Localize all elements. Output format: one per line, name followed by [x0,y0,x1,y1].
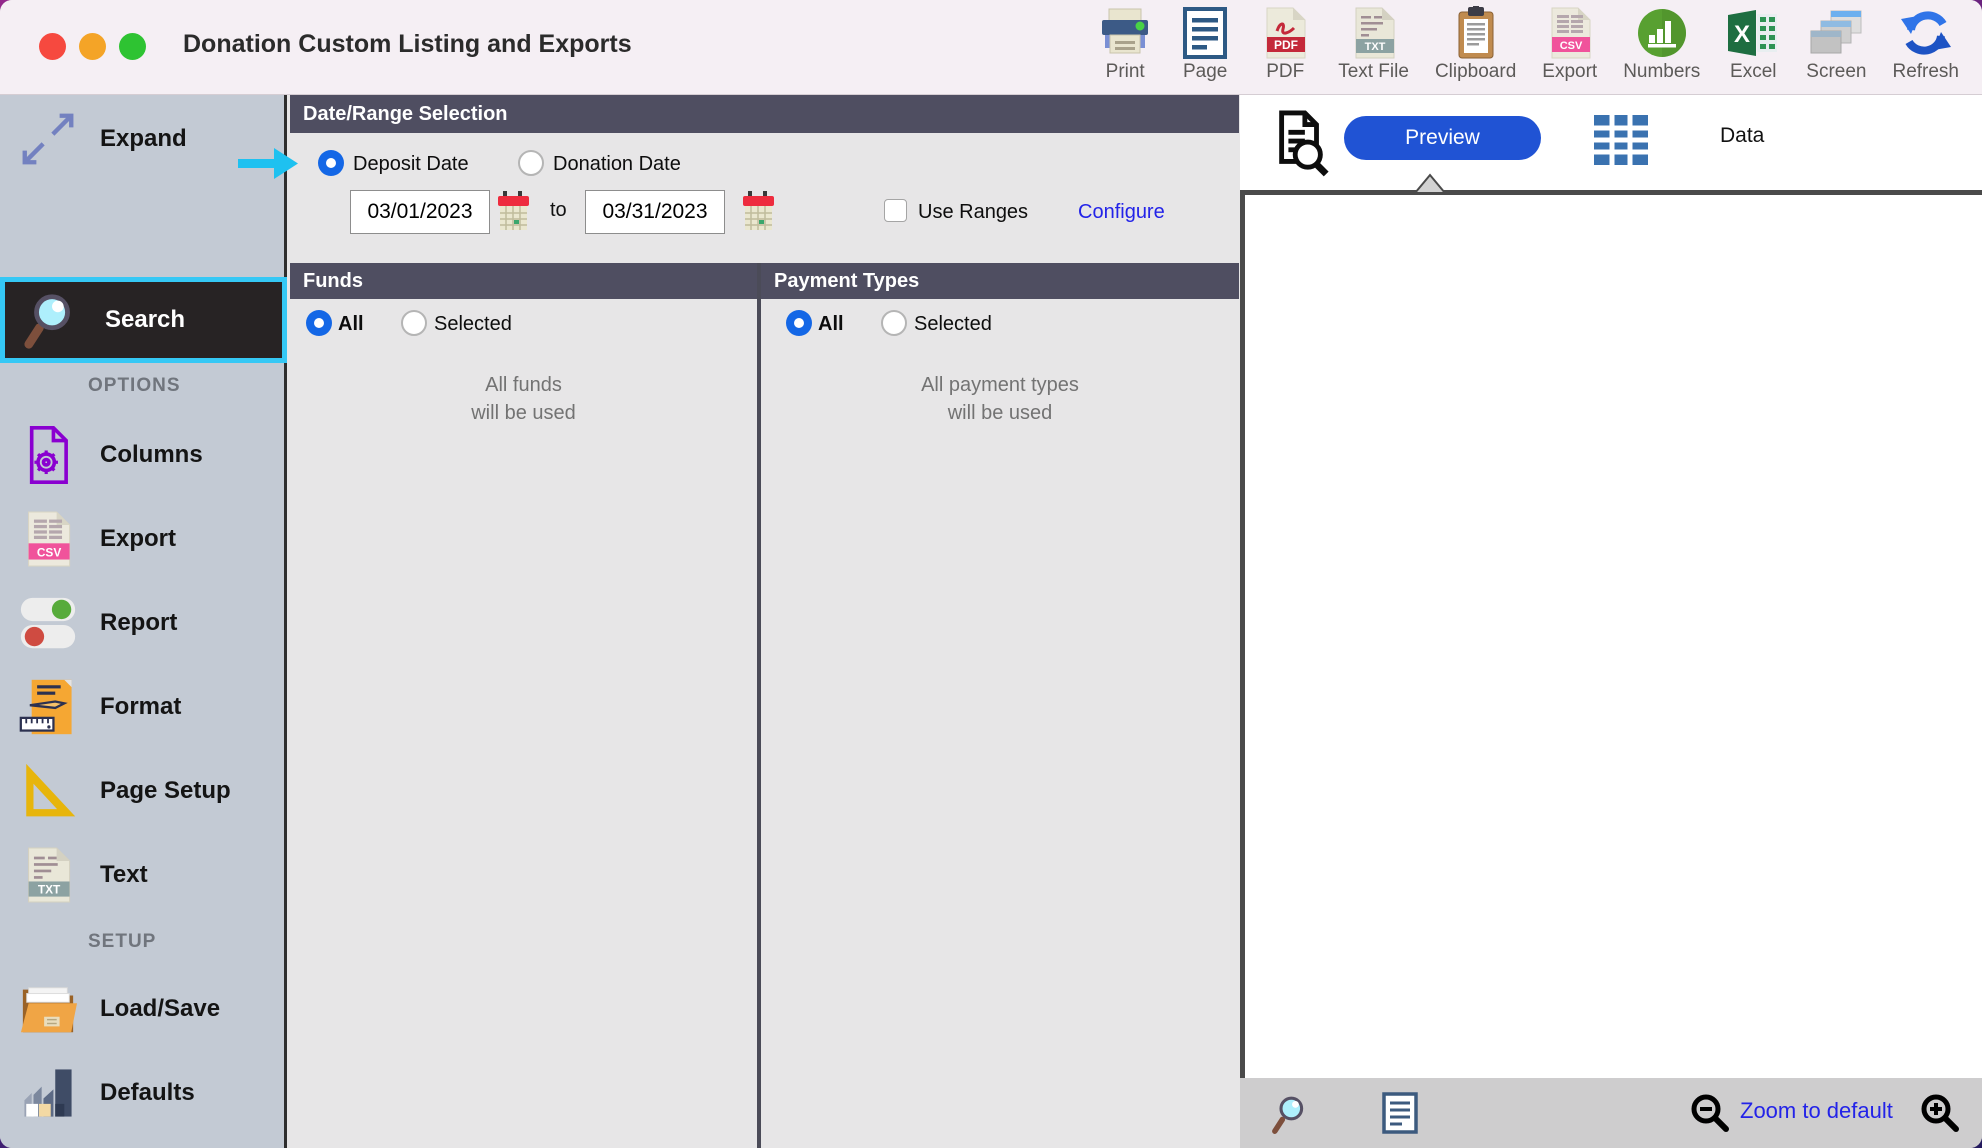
payment-types-selected-label: Selected [914,313,992,336]
screen-button[interactable]: Screen [1793,0,1879,83]
minimize-window-button[interactable] [79,33,106,60]
tab-data[interactable]: Data [1720,124,1764,148]
pointer-arrow-icon [236,146,300,182]
end-date-calendar-icon[interactable] [743,191,774,238]
toggle-switches-icon [12,594,84,652]
expand-arrows-icon [12,108,84,170]
sidebar-item-page-setup[interactable]: Page Setup [0,749,287,833]
numbers-button[interactable]: Numbers [1610,0,1713,83]
sidebar-group-setup: SETUP [88,931,156,953]
window-title: Donation Custom Listing and Exports [183,30,632,59]
preview-document-magnifier-icon [1270,109,1332,182]
donation-date-radio[interactable] [518,150,544,176]
sidebar-item-defaults[interactable]: Defaults [0,1051,287,1135]
preview-data-tabbar: Preview Data [1240,95,1982,190]
funds-note: All funds will be used [290,371,757,427]
date-range-body: Deposit Date Donation Date to Use Ranges… [290,133,1239,263]
svg-text:PDF: PDF [1274,38,1298,52]
excel-button[interactable]: X Excel [1713,0,1793,83]
txt-file-icon: TXT [1347,6,1401,60]
payment-types-note: All payment types will be used [761,371,1239,427]
folder-icon [12,980,84,1038]
funds-all-label: All [338,313,364,336]
format-document-icon [12,676,84,738]
start-date-calendar-icon[interactable] [498,191,529,238]
sidebar-item-export[interactable]: CSV Export [0,497,287,581]
data-grid-icon [1592,113,1650,172]
use-ranges-checkbox[interactable] [884,199,907,222]
funds-all-radio[interactable] [306,310,332,336]
pdf-file-icon: PDF [1258,6,1312,60]
payment-types-all-radio[interactable] [786,310,812,336]
factory-icon [12,1063,84,1123]
use-ranges-label: Use Ranges [918,201,1028,224]
start-date-input[interactable] [350,190,490,234]
sidebar-item-load-save[interactable]: Load/Save [0,967,287,1051]
deposit-date-label: Deposit Date [353,153,469,176]
txt-file-icon: TXT [12,846,84,904]
screen-windows-icon [1809,6,1863,60]
columns-gear-document-icon [12,423,84,487]
svg-text:TXT: TXT [1364,41,1385,53]
toolbar: Print Page PDF PDF TXT Text File [1085,0,1972,95]
app-window: Donation Custom Listing and Exports Prin… [0,0,1982,1148]
preview-content [1245,195,1982,1078]
sidebar-item-text[interactable]: TXT Text [0,833,287,917]
svg-text:X: X [1734,21,1750,48]
payment-types-selected-radio[interactable] [881,310,907,336]
configure-link[interactable]: Configure [1078,201,1165,224]
refresh-button[interactable]: Refresh [1879,0,1972,83]
refresh-icon [1899,6,1953,60]
csv-file-icon: CSV [1543,6,1597,60]
zoom-in-icon[interactable] [1918,1091,1962,1140]
page-icon [1178,6,1232,60]
numbers-chart-icon [1635,6,1689,60]
close-window-button[interactable] [39,33,66,60]
donation-date-label: Donation Date [553,153,681,176]
page-button[interactable]: Page [1165,0,1245,83]
report-page-icon[interactable] [1380,1092,1420,1139]
print-button[interactable]: Print [1085,0,1165,83]
funds-payment-divider [757,263,761,1148]
zoom-window-button[interactable] [119,33,146,60]
deposit-date-radio[interactable] [318,150,344,176]
date-range-header: Date/Range Selection [290,95,1239,133]
csv-file-icon: CSV [12,510,84,568]
sidebar-item-format[interactable]: Format [0,665,287,749]
payment-types-header: Payment Types [761,263,1239,299]
svg-text:TXT: TXT [38,882,61,896]
svg-text:CSV: CSV [37,545,61,559]
funds-selected-label: Selected [434,313,512,336]
sidebar: Expand Search OPTIONS Columns CSV Export [0,95,287,1148]
clipboard-button[interactable]: Clipboard [1422,0,1529,83]
sidebar-item-columns[interactable]: Columns [0,413,287,497]
to-label: to [550,199,567,222]
set-square-icon [12,760,84,822]
zoom-out-icon[interactable] [1688,1091,1732,1140]
export-csv-button[interactable]: CSV Export [1529,0,1610,83]
printer-icon [1098,6,1152,60]
sidebar-item-report[interactable]: Report [0,581,287,665]
titlebar: Donation Custom Listing and Exports Prin… [0,0,1982,95]
text-file-button[interactable]: TXT Text File [1325,0,1422,83]
pdf-button[interactable]: PDF PDF [1245,0,1325,83]
funds-selected-radio[interactable] [401,310,427,336]
payment-types-all-label: All [818,313,844,336]
excel-icon: X [1726,6,1780,60]
end-date-input[interactable] [585,190,725,234]
funds-body: All Selected All funds will be used [290,299,757,1148]
clipboard-icon [1449,6,1503,60]
svg-text:CSV: CSV [1559,40,1582,52]
payment-types-body: All Selected All payment types will be u… [761,299,1239,1148]
active-tab-caret [1412,172,1448,195]
funds-header: Funds [290,263,757,299]
magnifier-icon[interactable] [1270,1092,1314,1141]
zoom-to-default-link[interactable]: Zoom to default [1740,1098,1893,1124]
preview-status-bar: Zoom to default [1240,1078,1982,1148]
tab-preview[interactable]: Preview [1344,116,1541,160]
